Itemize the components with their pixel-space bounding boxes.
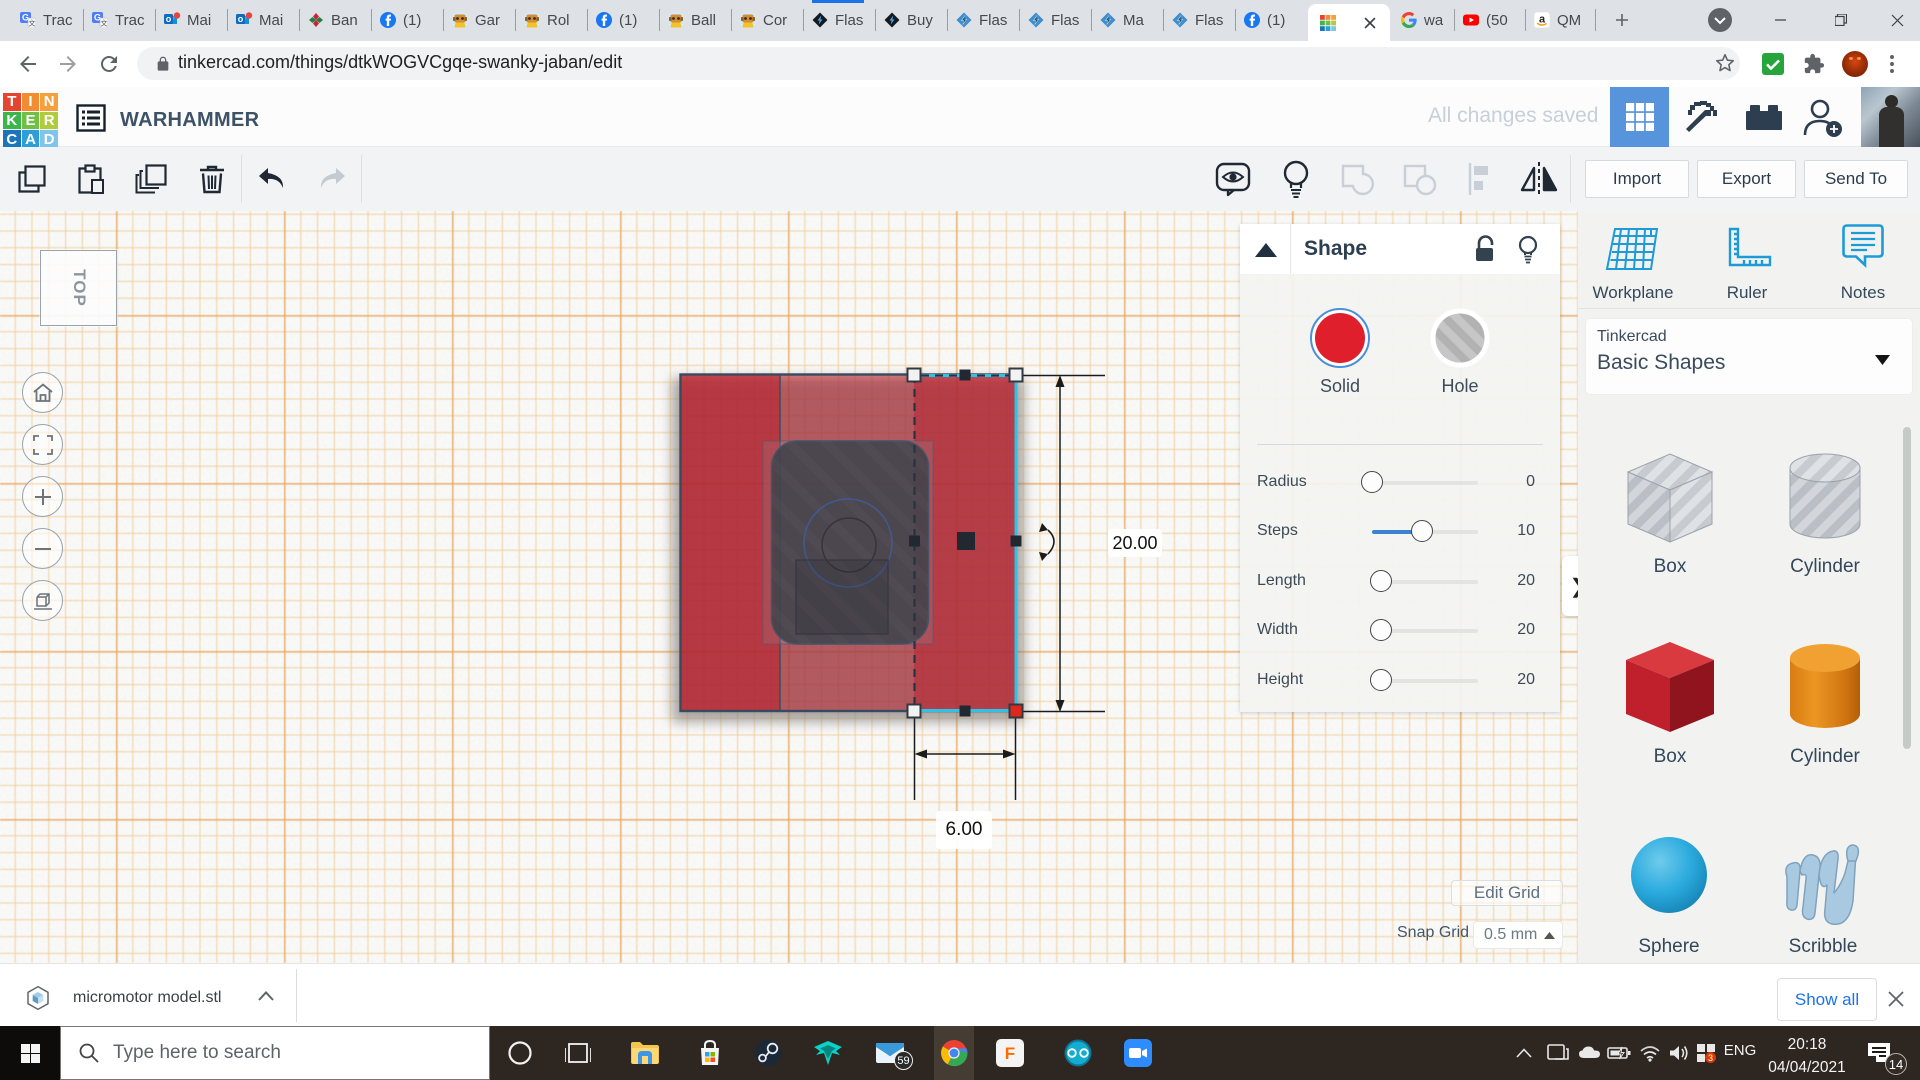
svg-text:20.00: 20.00 — [1112, 533, 1157, 553]
svg-text:o: o — [238, 14, 244, 24]
svg-text:3: 3 — [1708, 1053, 1713, 1063]
svg-text:文: 文 — [101, 19, 108, 28]
svg-text:6.00: 6.00 — [946, 819, 983, 840]
svg-text:F: F — [1005, 1044, 1015, 1063]
svg-text:o: o — [166, 14, 172, 24]
svg-text:文: 文 — [29, 19, 36, 28]
